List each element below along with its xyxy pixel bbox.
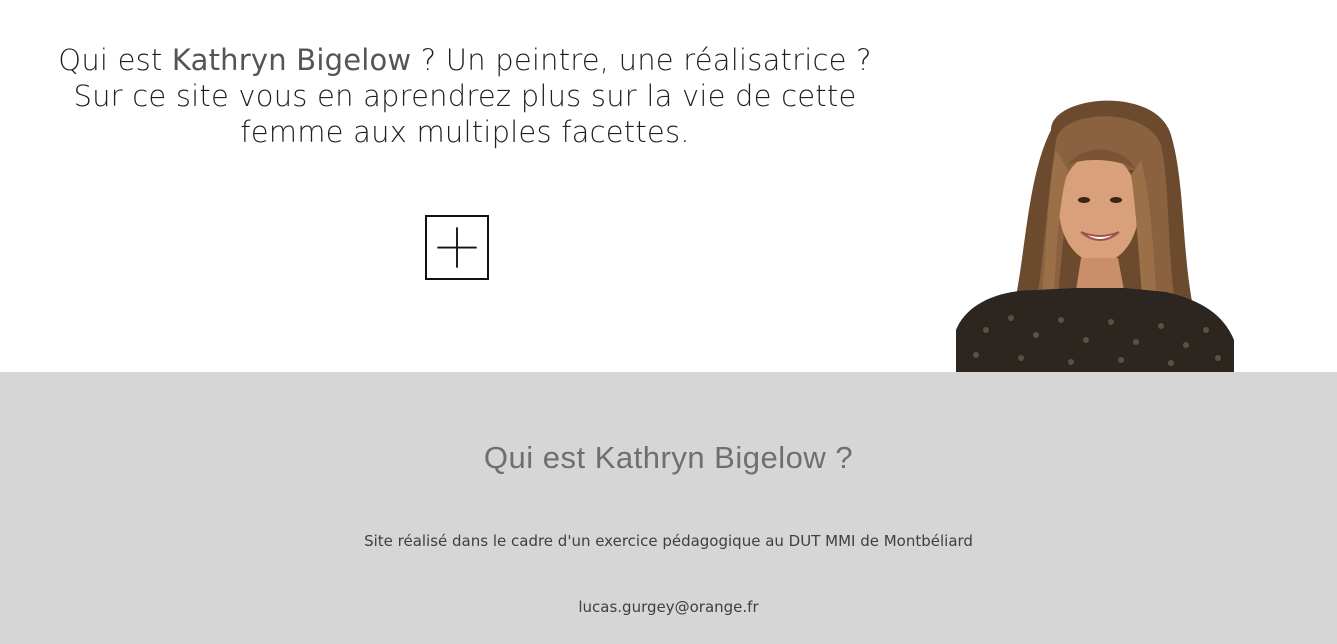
portrait-image [956,90,1234,372]
portrait-photo [956,100,1234,372]
footer-title: Qui est Kathryn Bigelow ? [483,440,854,475]
plus-icon [437,227,477,268]
hero-section: Qui est Kathryn Bigelow ? Un peintre, un… [0,0,1337,372]
more-info-button[interactable] [425,215,489,280]
footer: Qui est Kathryn Bigelow ? Site réalisé d… [0,372,1337,644]
intro-line-2: Sur ce site vous en aprendrez plus sur l… [73,79,857,113]
intro-line-1: Qui est Kathryn Bigelow ? Un peintre, un… [40,42,890,78]
footer-email-link[interactable]: lucas.gurgey@orange.fr [0,598,1337,616]
intro-name-highlight: Kathryn Bigelow [171,43,412,77]
intro-suffix: ? Un peintre, une réalisatrice ? [411,43,872,77]
intro-line-3: femme aux multiples facettes. [240,115,690,149]
footer-credit: Site réalisé dans le cadre d'un exercice… [364,532,973,550]
intro-prefix: Qui est [58,43,172,77]
intro-text: Qui est Kathryn Bigelow ? Un peintre, un… [40,42,890,150]
